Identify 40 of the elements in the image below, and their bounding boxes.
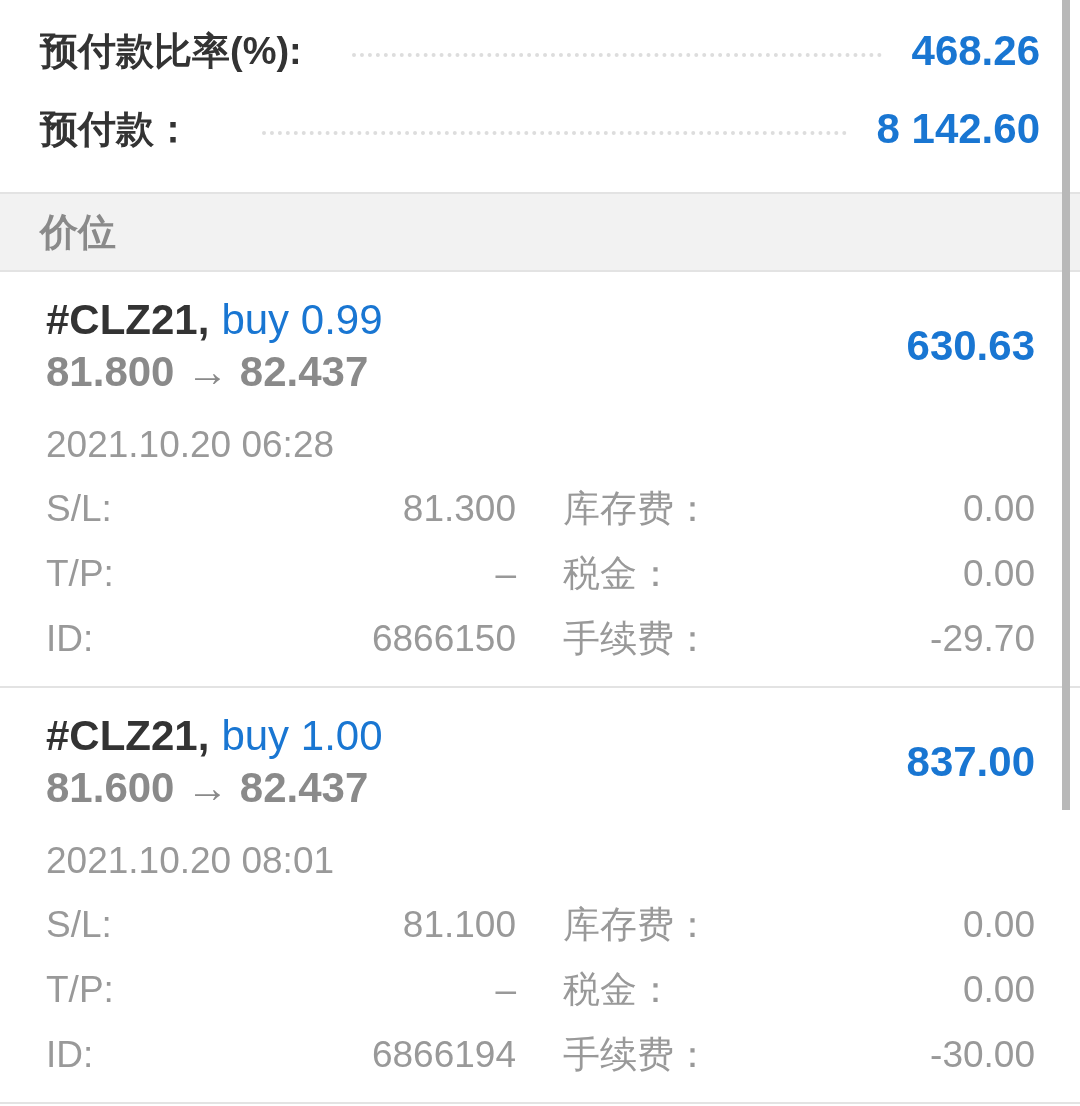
account-value: 468.26 bbox=[911, 27, 1040, 75]
detail-value: 81.100 bbox=[401, 903, 516, 947]
detail-label: T/P: bbox=[46, 968, 115, 1012]
detail-value: 0.00 bbox=[962, 903, 1035, 947]
detail-value: 6866194 bbox=[370, 1033, 516, 1077]
detail-label: 税金： bbox=[562, 552, 675, 596]
order-text: buy 0.99 bbox=[221, 296, 383, 344]
detail-value: 0.00 bbox=[962, 487, 1035, 531]
account-label: 预付款比率(%): bbox=[40, 28, 302, 74]
detail-label: 税金： bbox=[562, 968, 675, 1012]
detail-label: 手续费： bbox=[562, 1033, 712, 1077]
detail-value: – bbox=[494, 552, 516, 596]
profit-value: 630.63 bbox=[906, 322, 1035, 370]
detail-value: 0.00 bbox=[962, 552, 1035, 596]
order-text: buy 1.00 bbox=[221, 712, 383, 760]
detail-label: 手续费： bbox=[562, 617, 712, 661]
detail-label: 库存费： bbox=[562, 487, 712, 531]
account-label: 预付款： bbox=[40, 106, 192, 152]
detail-value: 81.300 bbox=[401, 487, 516, 531]
detail-label: T/P: bbox=[46, 552, 115, 596]
detail-label: 库存费： bbox=[562, 903, 712, 947]
open-time: 2021.10.20 08:01 bbox=[46, 840, 336, 882]
detail-label: ID: bbox=[46, 617, 95, 661]
open-time: 2021.10.20 06:28 bbox=[46, 424, 336, 466]
detail-value: – bbox=[494, 968, 516, 1012]
profit-value: 837.00 bbox=[906, 738, 1035, 786]
symbol-text: #CLZ21, bbox=[46, 296, 210, 344]
account-value: 8 142.60 bbox=[876, 105, 1040, 153]
detail-value: -29.70 bbox=[929, 617, 1035, 661]
price-change-text: 81.800 → 82.437 bbox=[46, 348, 370, 396]
detail-value: -30.00 bbox=[929, 1033, 1035, 1077]
detail-value: 0.00 bbox=[962, 968, 1035, 1012]
detail-label: S/L: bbox=[46, 903, 113, 947]
detail-value: 6866150 bbox=[370, 617, 516, 661]
scrollbar[interactable] bbox=[1062, 0, 1070, 810]
detail-label: S/L: bbox=[46, 487, 113, 531]
detail-label: ID: bbox=[46, 1033, 95, 1077]
section-title: 价位 bbox=[40, 209, 116, 255]
symbol-text: #CLZ21, bbox=[46, 712, 210, 760]
price-change-text: 81.600 → 82.437 bbox=[46, 764, 370, 812]
